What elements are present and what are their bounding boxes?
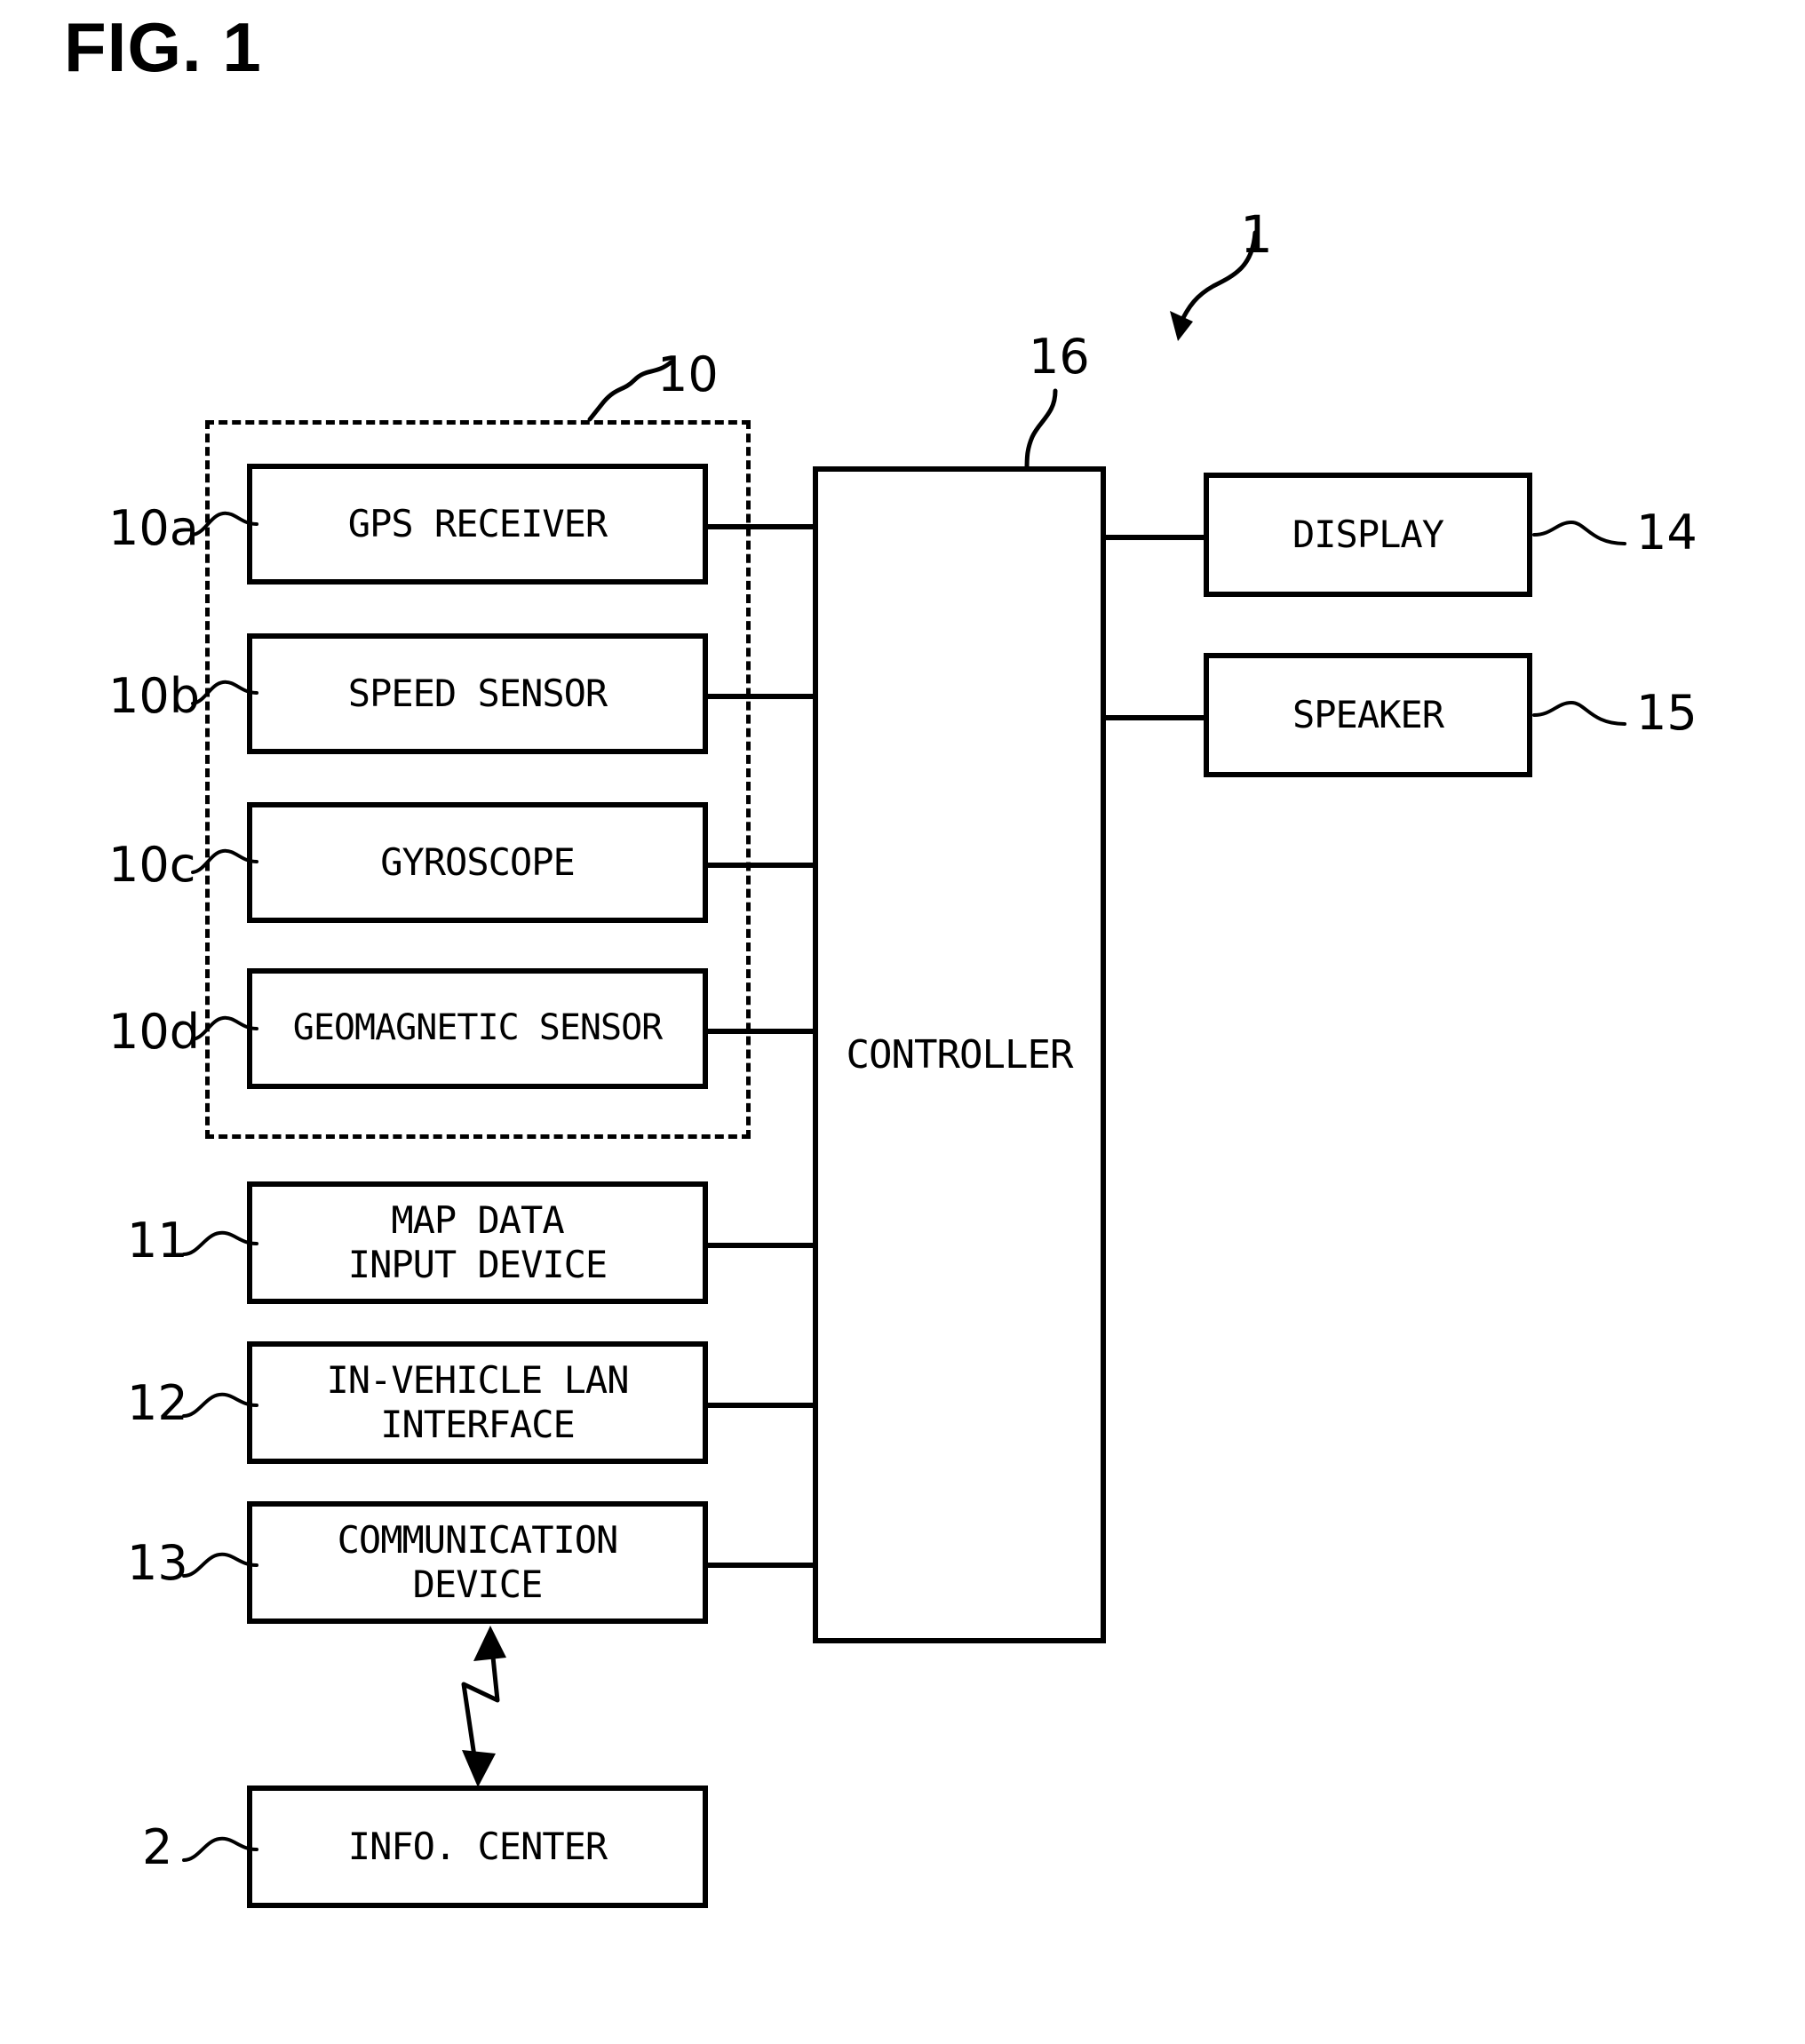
connector-lan-to-controller — [708, 1403, 816, 1408]
leader-line-10d — [191, 1015, 258, 1041]
node-gps-receiver: GPS RECEIVER — [247, 464, 708, 585]
node-gyroscope: GYROSCOPE — [247, 802, 708, 923]
leader-line-10c — [191, 848, 258, 874]
reference-numeral-13: 13 — [127, 1535, 188, 1591]
reference-numeral-2: 2 — [142, 1819, 173, 1875]
reference-numeral-12: 12 — [127, 1375, 188, 1431]
reference-numeral-11: 11 — [127, 1213, 188, 1269]
node-info-center: INFO. CENTER — [247, 1786, 708, 1908]
node-info-center-label: INFO. CENTER — [347, 1825, 608, 1869]
reference-numeral-1: 1 — [1240, 204, 1273, 265]
leader-line-12 — [182, 1392, 258, 1418]
reference-numeral-10b: 10b — [108, 668, 200, 724]
node-gyroscope-label: GYROSCOPE — [380, 840, 576, 885]
reference-numeral-14: 14 — [1636, 505, 1698, 561]
node-speaker: SPEAKER — [1204, 653, 1532, 777]
node-communication-device: COMMUNICATION DEVICE — [247, 1501, 708, 1624]
leader-line-11 — [182, 1230, 258, 1256]
reference-numeral-10a: 10a — [108, 500, 199, 556]
connector-gps-to-controller — [708, 524, 816, 529]
reference-numeral-15: 15 — [1636, 685, 1698, 741]
node-speaker-label: SPEAKER — [1292, 693, 1444, 737]
connector-geomagnetic-to-controller — [708, 1029, 816, 1034]
connector-gyroscope-to-controller — [708, 863, 816, 868]
node-map-data-input-device-label: MAP DATA INPUT DEVICE — [347, 1198, 608, 1286]
node-display: DISPLAY — [1204, 473, 1532, 597]
connector-controller-to-display — [1106, 535, 1206, 540]
node-controller-label: CONTROLLER — [846, 1031, 1074, 1078]
connector-communication-to-controller — [708, 1563, 816, 1568]
node-display-label: DISPLAY — [1292, 513, 1444, 557]
leader-line-13 — [182, 1552, 258, 1578]
leader-line-10a — [191, 511, 258, 537]
node-map-data-input-device: MAP DATA INPUT DEVICE — [247, 1181, 708, 1304]
reference-numeral-10d: 10d — [108, 1004, 200, 1060]
reference-numeral-10c: 10c — [108, 837, 196, 893]
node-in-vehicle-lan-interface-label: IN-VEHICLE LAN INTERFACE — [326, 1358, 629, 1446]
leader-line-16 — [1024, 388, 1058, 473]
leader-line-15 — [1532, 700, 1626, 726]
node-geomagnetic-sensor: GEOMAGNETIC SENSOR — [247, 968, 708, 1089]
node-gps-receiver-label: GPS RECEIVER — [347, 502, 608, 546]
node-speed-sensor-label: SPEED SENSOR — [347, 672, 608, 716]
leader-line-10b — [191, 680, 258, 705]
connector-map-data-to-controller — [708, 1243, 816, 1248]
node-controller: CONTROLLER — [813, 466, 1106, 1643]
leader-line-14 — [1532, 520, 1626, 545]
reference-numeral-10: 10 — [657, 346, 719, 402]
connector-speed-to-controller — [708, 694, 816, 699]
figure-title: FIG. 1 — [64, 8, 262, 86]
node-geomagnetic-sensor-label: GEOMAGNETIC SENSOR — [292, 1007, 663, 1049]
reference-numeral-16: 16 — [1029, 329, 1090, 385]
node-in-vehicle-lan-interface: IN-VEHICLE LAN INTERFACE — [247, 1341, 708, 1464]
node-speed-sensor: SPEED SENSOR — [247, 633, 708, 754]
wireless-link-arrow — [461, 1626, 506, 1787]
leader-line-2 — [182, 1836, 258, 1862]
connector-controller-to-speaker — [1106, 715, 1206, 720]
node-communication-device-label: COMMUNICATION DEVICE — [337, 1518, 619, 1606]
patent-figure-1: FIG. 1 10 1 16 GPS RECEIVER 10a SPEED SE… — [0, 0, 1805, 2044]
